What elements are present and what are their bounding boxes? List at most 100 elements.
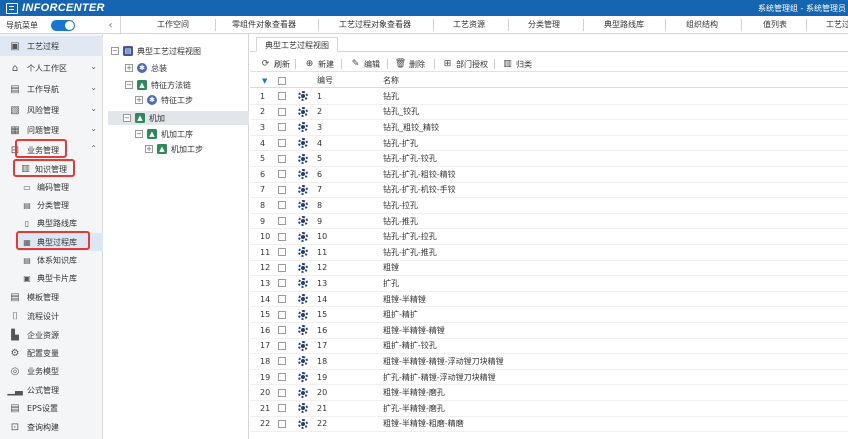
expand-icon[interactable]: +: [125, 64, 133, 72]
table-row[interactable]: 15 15 粗扩-精扩: [250, 307, 848, 323]
row-checkbox[interactable]: [278, 105, 286, 120]
row-checkbox[interactable]: [278, 292, 286, 307]
table-row[interactable]: 4 4 钻孔-扩孔: [250, 136, 848, 152]
checkbox[interactable]: [278, 295, 286, 304]
sidebar-item-personal[interactable]: ⌂ 个人工作区 ⌄: [0, 58, 103, 78]
table-row[interactable]: 9 9 钻孔-推孔: [250, 214, 848, 230]
classify-button[interactable]: ▥ 归类: [502, 57, 532, 71]
checkbox[interactable]: [278, 76, 286, 85]
sidebar-item-resource[interactable]: ▙ 企业资源: [0, 326, 103, 344]
collapse-icon[interactable]: −: [111, 47, 119, 55]
tree-node-assembly[interactable]: + ✱ 总装: [125, 61, 167, 75]
table-row[interactable]: 7 7 钻孔-扩孔-机铰-手铰: [250, 183, 848, 199]
checkbox[interactable]: [278, 170, 286, 179]
tree-node-root[interactable]: − ▤ 典型工艺过程视图: [111, 44, 201, 58]
menu-org-structure[interactable]: 组织结构: [684, 19, 720, 31]
menu-workspace[interactable]: 工作空间: [155, 19, 191, 31]
checkbox[interactable]: [278, 201, 286, 210]
checkbox[interactable]: [278, 154, 286, 163]
sidebar-item-eps[interactable]: ▤ EPS设置: [0, 399, 103, 417]
row-checkbox[interactable]: [278, 120, 286, 135]
row-checkbox[interactable]: [278, 307, 286, 322]
col-name-header[interactable]: 名称: [383, 74, 399, 87]
sidebar-item-config[interactable]: ⚙ 配置变量: [0, 344, 103, 362]
checkbox[interactable]: [278, 185, 286, 194]
checkbox[interactable]: [278, 139, 286, 148]
row-checkbox[interactable]: [278, 183, 286, 198]
sidebar-item-flow[interactable]: ⌷ 流程设计: [0, 307, 103, 325]
new-button[interactable]: ⊕ 新建: [304, 57, 334, 71]
expand-icon[interactable]: +: [135, 96, 143, 104]
table-row[interactable]: 14 14 粗镗-半精镗: [250, 292, 848, 308]
row-checkbox[interactable]: [278, 229, 286, 244]
checkbox[interactable]: [278, 263, 286, 272]
row-checkbox[interactable]: [278, 401, 286, 416]
tree-node-machining[interactable]: − ▲ 机加: [123, 111, 165, 125]
table-row[interactable]: 6 6 钻孔-扩孔-粗铰-精铰: [250, 167, 848, 183]
collapse-icon[interactable]: −: [123, 114, 131, 122]
tree-node-feature-chain[interactable]: − ▲ 特征方法链: [125, 78, 191, 92]
table-row[interactable]: 22 22 粗镗-半精镗-粗磨-精磨: [250, 417, 848, 433]
table-row[interactable]: 21 21 扩孔-半精镗-磨孔: [250, 401, 848, 417]
table-row[interactable]: 1 1 钻孔: [250, 89, 848, 105]
delete-button[interactable]: 🗑 删除: [395, 57, 425, 71]
tree-node-feature-step[interactable]: + ✱ 特征工步: [135, 93, 193, 107]
sidebar-item-formula[interactable]: ▁▃ 公式管理: [0, 381, 103, 399]
nav-toggle[interactable]: [51, 20, 75, 31]
row-checkbox[interactable]: [278, 136, 286, 151]
table-row[interactable]: 16 16 粗镗-半精镗-精镗: [250, 323, 848, 339]
sidebar-item-category[interactable]: ▤ 分类管理: [22, 196, 102, 214]
table-row[interactable]: 10 10 钻孔-扩孔-拉孔: [250, 229, 848, 245]
row-checkbox[interactable]: [278, 385, 286, 400]
row-checkbox[interactable]: [278, 151, 286, 166]
tree-node-machining-step[interactable]: + ▲ 机加工步: [145, 142, 203, 156]
sidebar-item-issue[interactable]: ▦ 问题管理 ⌄: [0, 120, 103, 140]
menu-part-viewer[interactable]: 零组件对象查看器: [228, 19, 300, 31]
sort-chevron-icon[interactable]: ▼: [262, 74, 267, 87]
table-row[interactable]: 5 5 钻孔-扩孔-铰孔: [250, 151, 848, 167]
menu-process-more[interactable]: 工艺过: [826, 19, 848, 31]
sidebar-item-card-lib[interactable]: ▣ 典型卡片库: [22, 269, 102, 287]
checkbox[interactable]: [278, 279, 286, 288]
checkbox[interactable]: [278, 248, 286, 257]
menu-category-mgmt[interactable]: 分类管理: [526, 19, 562, 31]
collapse-icon[interactable]: −: [135, 130, 143, 138]
row-checkbox[interactable]: [278, 89, 286, 104]
row-checkbox[interactable]: [278, 167, 286, 182]
sidebar-item-process[interactable]: ▣ 工艺过程: [0, 36, 103, 56]
row-checkbox[interactable]: [278, 354, 286, 369]
table-row[interactable]: 3 3 钻孔_粗铰_精铰: [250, 120, 848, 136]
select-all-checkbox[interactable]: [278, 74, 286, 87]
checkbox[interactable]: [278, 123, 286, 132]
checkbox[interactable]: [278, 357, 286, 366]
tab-process-view[interactable]: 典型工艺过程视图: [256, 37, 338, 52]
table-row[interactable]: 20 20 粗镗-半精镗-磨孔: [250, 385, 848, 401]
table-row[interactable]: 8 8 钻孔-拉孔: [250, 198, 848, 214]
dept-auth-button[interactable]: ⊞ 部门授权: [442, 57, 488, 71]
table-row[interactable]: 2 2 钻孔_铰孔: [250, 105, 848, 121]
row-checkbox[interactable]: [278, 198, 286, 213]
checkbox[interactable]: [278, 310, 286, 319]
checkbox[interactable]: [278, 404, 286, 413]
checkbox[interactable]: [278, 107, 286, 116]
col-number-header[interactable]: 编号: [317, 74, 333, 87]
row-checkbox[interactable]: [278, 261, 286, 276]
menu-route-library[interactable]: 典型路线库: [601, 19, 647, 31]
sidebar-item-query[interactable]: ⊡ 查询构建: [0, 418, 103, 436]
sidebar-item-model[interactable]: ◎ 业务模型: [0, 362, 103, 380]
collapse-icon[interactable]: −: [125, 81, 133, 89]
checkbox[interactable]: [278, 373, 286, 382]
row-checkbox[interactable]: [278, 370, 286, 385]
tree-node-machining-op[interactable]: − ▲ 机加工序: [135, 127, 193, 141]
sidebar-item-system-knowledge[interactable]: ▤ 体系知识库: [22, 251, 102, 269]
menu-value-list[interactable]: 值列表: [761, 19, 789, 31]
checkbox[interactable]: [278, 419, 286, 428]
table-row[interactable]: 13 13 扩孔: [250, 276, 848, 292]
expand-icon[interactable]: +: [145, 145, 153, 153]
user-info[interactable]: 系统管理组 - 系统管理员: [758, 3, 846, 14]
table-row[interactable]: 11 11 钻孔-扩孔-推孔: [250, 245, 848, 261]
sidebar-item-risk[interactable]: ▧ 风险管理 ⌄: [0, 100, 103, 120]
checkbox[interactable]: [278, 326, 286, 335]
checkbox[interactable]: [278, 92, 286, 101]
menu-process-resource[interactable]: 工艺资源: [451, 19, 487, 31]
